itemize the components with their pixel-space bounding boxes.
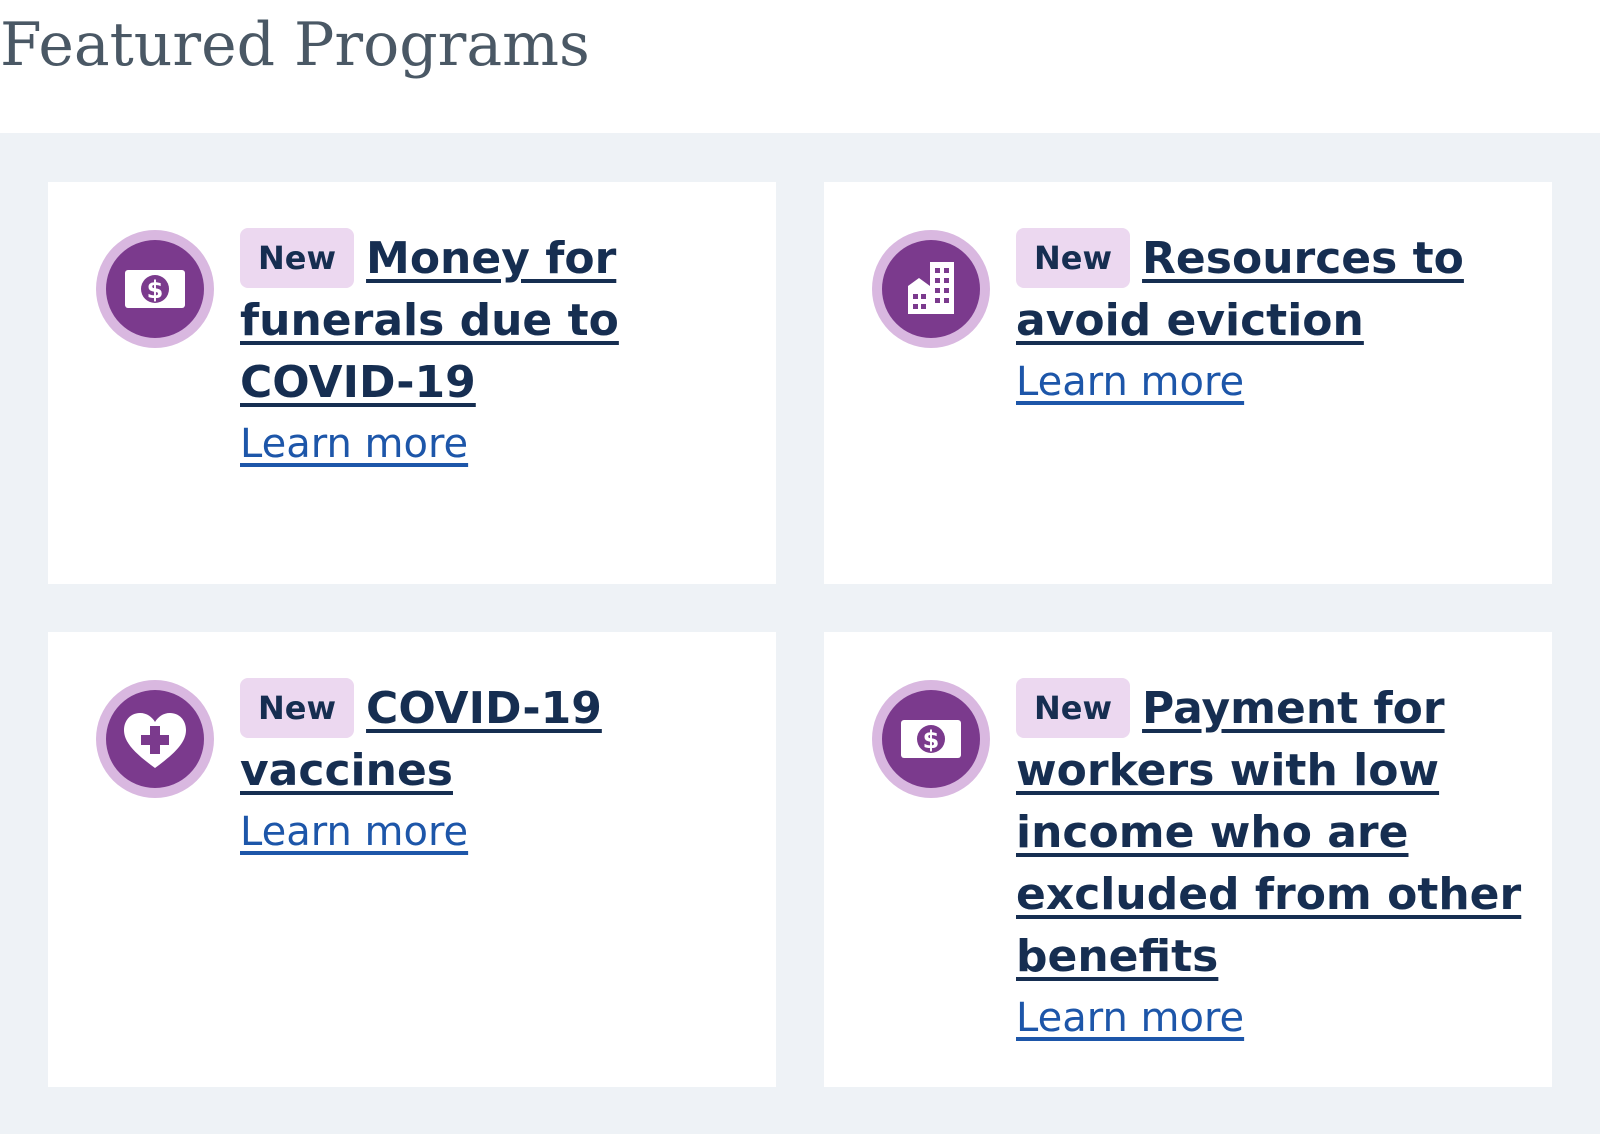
learn-more-link[interactable]: Learn more: [240, 802, 468, 862]
learn-more-link[interactable]: Learn more: [240, 414, 468, 474]
money-icon: $: [872, 680, 990, 798]
svg-text:$: $: [147, 276, 164, 304]
new-badge: New: [1016, 678, 1131, 738]
featured-programs-panel: $ New Money for funerals due to COVID-19 …: [0, 133, 1600, 1134]
new-badge: New: [1016, 228, 1131, 288]
money-icon: $: [96, 230, 214, 348]
program-card: New COVID-19 vaccines Learn more: [48, 632, 776, 1087]
building-icon: [872, 230, 990, 348]
new-badge: New: [240, 678, 355, 738]
new-badge: New: [240, 228, 355, 288]
program-card: $ New Money for funerals due to COVID-19 …: [48, 182, 776, 584]
program-card: New Resources to avoid eviction Learn mor…: [824, 182, 1552, 584]
heart-plus-icon: [96, 680, 214, 798]
program-card: $ New Payment for workers with low income…: [824, 632, 1552, 1087]
page-title: Featured Programs: [0, 10, 590, 80]
learn-more-link[interactable]: Learn more: [1016, 988, 1244, 1048]
learn-more-link[interactable]: Learn more: [1016, 352, 1244, 412]
svg-text:$: $: [923, 726, 940, 754]
